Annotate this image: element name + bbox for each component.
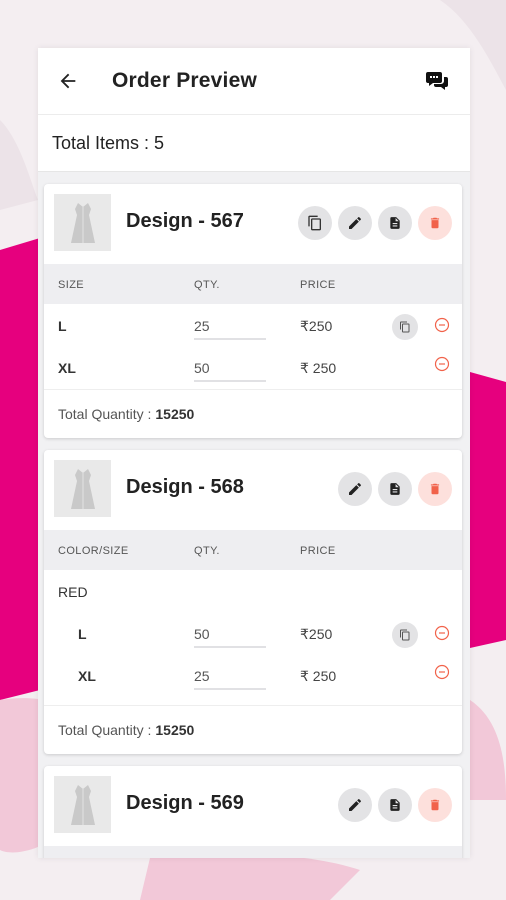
column-header-price: PRICE bbox=[300, 279, 336, 291]
quantity-input[interactable]: 50 bbox=[194, 360, 266, 382]
quantity-input[interactable]: 50 bbox=[194, 626, 266, 648]
edit-icon bbox=[349, 483, 361, 495]
edit-button[interactable] bbox=[338, 788, 372, 822]
chat-button[interactable] bbox=[422, 66, 452, 96]
delete-icon bbox=[430, 483, 440, 495]
table-row: L 50 ₹250 bbox=[44, 612, 462, 654]
column-header-size: SIZE bbox=[58, 279, 85, 291]
size-label: XL bbox=[58, 360, 76, 376]
design-title: Design - 568 bbox=[126, 476, 244, 498]
copy-row-button[interactable] bbox=[392, 622, 418, 648]
total-quantity: Total Quantity : 15250 bbox=[44, 389, 462, 438]
quantity-input[interactable]: 25 bbox=[194, 668, 266, 690]
quantity-input[interactable]: 25 bbox=[194, 318, 266, 340]
table-header: SIZE QTY. PRICE bbox=[44, 264, 462, 304]
design-card: Design - 567 SIZE QTY. PRICE L 25 ₹250 X… bbox=[44, 184, 462, 438]
copy-icon bbox=[400, 321, 410, 333]
design-thumbnail[interactable] bbox=[54, 460, 111, 517]
chat-bubbles-icon bbox=[426, 72, 448, 90]
size-label: XL bbox=[78, 668, 96, 684]
document-button[interactable] bbox=[378, 472, 412, 506]
back-button[interactable] bbox=[38, 48, 98, 114]
document-icon bbox=[390, 799, 400, 811]
table-row: XL 25 ₹ 250 bbox=[44, 654, 462, 696]
total-quantity: Total Quantity : 15250 bbox=[44, 705, 462, 754]
table-header: COLOR/SIZE QTY. PRICE bbox=[44, 530, 462, 570]
arrow-left-icon bbox=[60, 73, 76, 89]
column-header-color-size: COLOR/SIZE bbox=[58, 545, 129, 557]
copy-icon bbox=[308, 215, 321, 231]
table-header bbox=[44, 846, 462, 858]
total-items-summary: Total Items : 5 bbox=[38, 115, 470, 172]
app-window: Order Preview Total Items : 5 Design - 5… bbox=[38, 48, 470, 858]
delete-button[interactable] bbox=[418, 788, 452, 822]
dress-icon bbox=[70, 784, 95, 825]
document-button[interactable] bbox=[378, 206, 412, 240]
card-actions bbox=[338, 788, 452, 822]
table-row: XL 50 ₹ 250 bbox=[44, 346, 462, 388]
size-label: L bbox=[78, 626, 87, 642]
edit-button[interactable] bbox=[338, 206, 372, 240]
top-bar: Order Preview bbox=[38, 48, 470, 115]
price-value: ₹ 250 bbox=[300, 668, 337, 684]
price-value: ₹ 250 bbox=[300, 360, 337, 376]
delete-button[interactable] bbox=[418, 206, 452, 240]
column-header-qty: QTY. bbox=[194, 279, 220, 291]
total-quantity-label: Total Quantity : bbox=[58, 722, 152, 738]
dress-icon bbox=[70, 468, 95, 509]
card-actions bbox=[338, 472, 452, 506]
column-header-price: PRICE bbox=[300, 545, 336, 557]
column-header-qty: QTY. bbox=[194, 545, 220, 557]
design-card: Design - 569 bbox=[44, 766, 462, 858]
copy-button[interactable] bbox=[298, 206, 332, 240]
card-header: Design - 569 bbox=[44, 766, 462, 846]
page-title: Order Preview bbox=[112, 69, 258, 92]
design-thumbnail[interactable] bbox=[54, 776, 111, 833]
design-title: Design - 569 bbox=[126, 792, 244, 814]
design-thumbnail[interactable] bbox=[54, 194, 111, 251]
edit-icon bbox=[349, 217, 361, 229]
copy-icon bbox=[400, 629, 410, 641]
remove-circle-icon[interactable] bbox=[434, 317, 450, 333]
color-group-row: RED bbox=[44, 570, 462, 612]
price-value: ₹250 bbox=[300, 318, 333, 334]
delete-icon bbox=[430, 799, 440, 811]
color-label: RED bbox=[58, 584, 88, 600]
table-row: L 25 ₹250 bbox=[44, 304, 462, 346]
edit-button[interactable] bbox=[338, 472, 372, 506]
remove-circle-icon[interactable] bbox=[434, 664, 450, 680]
remove-circle-icon[interactable] bbox=[434, 356, 450, 372]
dress-icon bbox=[70, 202, 95, 243]
card-actions bbox=[298, 206, 452, 240]
document-button[interactable] bbox=[378, 788, 412, 822]
edit-icon bbox=[349, 799, 361, 811]
total-quantity-label: Total Quantity : bbox=[58, 406, 152, 422]
document-icon bbox=[390, 483, 400, 495]
price-value: ₹250 bbox=[300, 626, 333, 642]
delete-icon bbox=[430, 217, 440, 229]
size-label: L bbox=[58, 318, 67, 334]
card-header: Design - 568 bbox=[44, 450, 462, 530]
total-quantity-value: 15250 bbox=[155, 722, 195, 738]
document-icon bbox=[390, 217, 400, 229]
copy-row-button[interactable] bbox=[392, 314, 418, 340]
delete-button[interactable] bbox=[418, 472, 452, 506]
remove-circle-icon[interactable] bbox=[434, 625, 450, 641]
design-card: Design - 568 COLOR/SIZE QTY. PRICE RED L… bbox=[44, 450, 462, 754]
design-title: Design - 567 bbox=[126, 210, 244, 232]
total-quantity-value: 15250 bbox=[155, 406, 195, 422]
card-header: Design - 567 bbox=[44, 184, 462, 264]
